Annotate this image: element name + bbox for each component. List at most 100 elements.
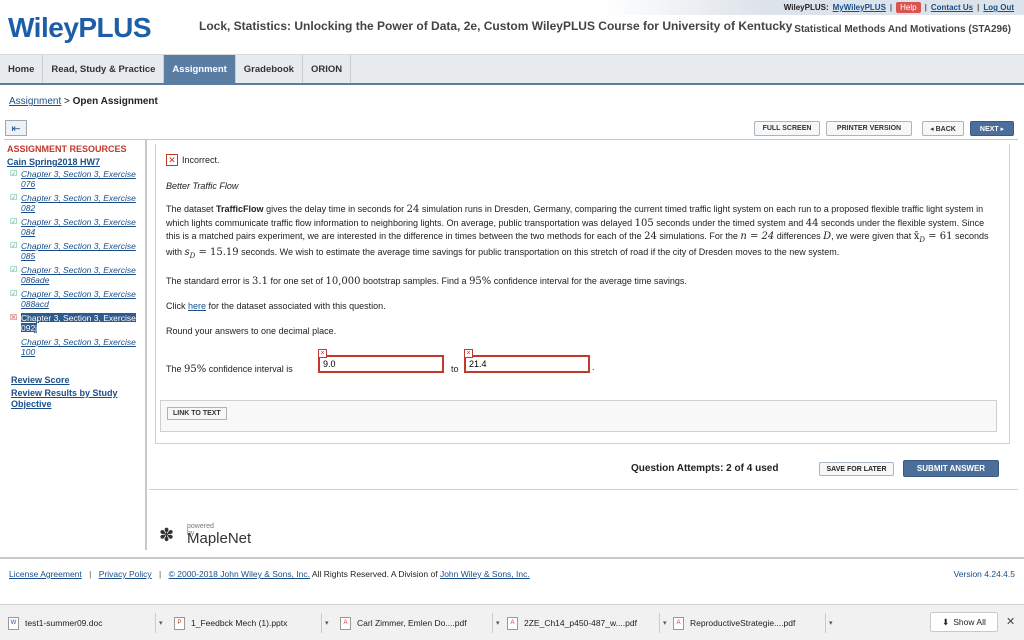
sidebar-item-label[interactable]: Chapter 3, Section 3, Exercise 088acd <box>21 289 136 309</box>
tab-assignment[interactable]: Assignment <box>164 55 236 83</box>
breadcrumb-separator: > <box>64 96 70 107</box>
tab-gradebook[interactable]: Gradebook <box>236 55 303 83</box>
answer-row: The 95% confidence interval is × to × . <box>166 349 999 379</box>
sidebar-item-label[interactable]: Chapter 3, Section 3, Exercise 076 <box>21 169 136 189</box>
copyright-link[interactable]: © 2000-2018 John Wiley & Sons, Inc. <box>169 569 310 579</box>
lower-bound-input[interactable] <box>318 355 444 374</box>
toggle-sidebar-icon[interactable]: ⇤ <box>5 120 27 136</box>
word-file-icon: W <box>8 616 19 630</box>
period: . <box>592 362 595 373</box>
help-button[interactable]: Help <box>896 2 921 13</box>
course-title: Lock, Statistics: Unlocking the Power of… <box>199 19 793 33</box>
maplenet-logo: MapleNet <box>187 530 252 547</box>
log-out-link[interactable]: Log Out <box>983 3 1014 12</box>
review-score-link[interactable]: Review Score <box>11 375 142 385</box>
correct-check-icon: ☑ <box>10 169 18 178</box>
separator: | <box>159 569 162 579</box>
maple-leaf-icon: ✽ <box>159 525 175 545</box>
dataset-name: TrafficFlow <box>216 204 264 214</box>
sidebar-item-label[interactable]: Chapter 3, Section 3, Exercise 100 <box>21 337 136 357</box>
download-filename: ReproductiveStrategie....pdf <box>690 618 796 628</box>
correct-check-icon: ☑ <box>10 265 18 274</box>
download-filename: test1-summer09.doc <box>25 618 103 628</box>
sidebar-item-label[interactable]: Chapter 3, Section 3, Exercise 092j <box>21 313 136 333</box>
tab-home[interactable]: Home <box>0 55 44 83</box>
ci-label: The 95% confidence interval is <box>166 364 293 376</box>
contact-us-link[interactable]: Contact Us <box>931 3 973 12</box>
assignment-name-link[interactable]: Cain Spring2018 HW7 <box>7 157 142 167</box>
sidebar-item-exercise-086ade[interactable]: ☑ Chapter 3, Section 3, Exercise 086ade <box>7 265 142 285</box>
sidebar-item-label[interactable]: Chapter 3, Section 3, Exercise 082 <box>21 193 136 213</box>
my-wileyplus-link[interactable]: MyWileyPLUS <box>833 3 886 12</box>
download-item[interactable]: A 2ZE_Ch14_p450-487_w....pdf ▾ <box>507 613 667 633</box>
dataset-link-paragraph: Click here for the dataset associated wi… <box>166 301 386 312</box>
chevron-down-icon[interactable]: ▾ <box>492 613 500 633</box>
sidebar-item-exercise-082[interactable]: ☑ Chapter 3, Section 3, Exercise 082 <box>7 193 142 213</box>
incorrect-x-icon: ✕ <box>166 154 178 166</box>
assignment-sidebar: ASSIGNMENT RESOURCES Cain Spring2018 HW7… <box>4 140 147 550</box>
upper-bound-input[interactable] <box>464 355 590 374</box>
sidebar-item-exercise-088acd[interactable]: ☑ Chapter 3, Section 3, Exercise 088acd <box>7 289 142 309</box>
separator: | <box>924 3 927 12</box>
question-title: Better Traffic Flow <box>166 181 239 191</box>
download-icon: ⬇ <box>942 616 950 627</box>
license-agreement-link[interactable]: License Agreement <box>9 569 82 579</box>
chevron-down-icon[interactable]: ▾ <box>155 613 163 633</box>
review-results-link[interactable]: Review Results by Study Objective <box>11 388 142 410</box>
submit-answer-button[interactable]: SUBMIT ANSWER <box>903 460 999 477</box>
powerpoint-file-icon: P <box>174 616 185 630</box>
sidebar-item-exercise-085[interactable]: ☑ Chapter 3, Section 3, Exercise 085 <box>7 241 142 261</box>
incorrect-x-icon: ☒ <box>10 313 18 322</box>
downloads-bar: W test1-summer09.doc ▾ P 1_Feedbck Mech … <box>0 604 1024 640</box>
tab-read-study-practice[interactable]: Read, Study & Practice <box>43 55 165 83</box>
pdf-file-icon: A <box>340 616 351 630</box>
version-label: Version 4.24.4.5 <box>953 569 1015 579</box>
show-all-button[interactable]: ⬇ Show All <box>930 612 998 632</box>
full-screen-button[interactable]: FULL SCREEN <box>754 121 820 136</box>
footer-links: License Agreement | Privacy Policy | © 2… <box>9 569 530 579</box>
sidebar-item-exercise-084[interactable]: ☑ Chapter 3, Section 3, Exercise 084 <box>7 217 142 237</box>
wileyplus-logo[interactable]: WileyPLUS <box>8 12 152 44</box>
sidebar-item-label[interactable]: Chapter 3, Section 3, Exercise 084 <box>21 217 136 237</box>
to-label: to <box>451 364 459 375</box>
sidebar-item-label[interactable]: Chapter 3, Section 3, Exercise 085 <box>21 241 136 261</box>
course-code: Statistical Methods And Motivations (STA… <box>794 24 1011 35</box>
pdf-file-icon: A <box>507 616 518 630</box>
printer-version-button[interactable]: PRINTER VERSION <box>826 121 912 136</box>
breadcrumb: Assignment > Open Assignment <box>9 96 158 107</box>
header: WileyPLUS Lock, Statistics: Unlocking th… <box>0 0 1024 55</box>
chevron-down-icon[interactable]: ▾ <box>659 613 667 633</box>
sidebar-item-label[interactable]: Chapter 3, Section 3, Exercise 086ade <box>21 265 136 285</box>
next-button[interactable]: NEXT ▸ <box>970 121 1014 136</box>
back-button[interactable]: ◂ BACK <box>922 121 964 136</box>
dataset-here-link[interactable]: here <box>188 301 206 311</box>
save-for-later-button[interactable]: SAVE FOR LATER <box>819 462 894 476</box>
download-item[interactable]: P 1_Feedbck Mech (1).pptx ▾ <box>174 613 329 633</box>
brand-label: WileyPLUS: <box>783 3 829 12</box>
download-item[interactable]: A ReproductiveStrategie....pdf ▾ <box>673 613 833 633</box>
question-box: ✕ Incorrect. Better Traffic Flow The dat… <box>155 144 1010 444</box>
privacy-policy-link[interactable]: Privacy Policy <box>99 569 152 579</box>
sidebar-item-exercise-100[interactable]: Chapter 3, Section 3, Exercise 100 <box>7 337 142 357</box>
close-icon[interactable]: ✕ <box>1006 615 1015 628</box>
separator: | <box>977 3 980 12</box>
chevron-down-icon[interactable]: ▾ <box>321 613 329 633</box>
tab-orion[interactable]: ORION <box>303 55 352 83</box>
breadcrumb-assignment-link[interactable]: Assignment <box>9 96 61 107</box>
link-to-text-button[interactable]: LINK TO TEXT <box>167 407 227 420</box>
download-item[interactable]: W test1-summer09.doc ▾ <box>8 613 163 633</box>
download-item[interactable]: A Carl Zimmer, Emlen Do....pdf ▾ <box>340 613 500 633</box>
footer: License Agreement | Privacy Policy | © 2… <box>0 557 1024 589</box>
download-filename: Carl Zimmer, Emlen Do....pdf <box>357 618 467 628</box>
wiley-link[interactable]: John Wiley & Sons, Inc. <box>440 569 530 579</box>
lower-bound-wrapper: × <box>318 349 444 374</box>
sidebar-item-exercise-076[interactable]: ☑ Chapter 3, Section 3, Exercise 076 <box>7 169 142 189</box>
incorrect-flag-icon: × <box>318 349 327 359</box>
chevron-down-icon[interactable]: ▾ <box>825 613 833 633</box>
assignment-resources-title: ASSIGNMENT RESOURCES <box>7 144 127 154</box>
correct-check-icon: ☑ <box>10 289 18 298</box>
result-status: ✕ Incorrect. <box>166 154 999 166</box>
result-text: Incorrect. <box>182 155 220 165</box>
sidebar-item-exercise-092j[interactable]: ☒ Chapter 3, Section 3, Exercise 092j <box>7 313 142 333</box>
separator: | <box>89 569 92 579</box>
